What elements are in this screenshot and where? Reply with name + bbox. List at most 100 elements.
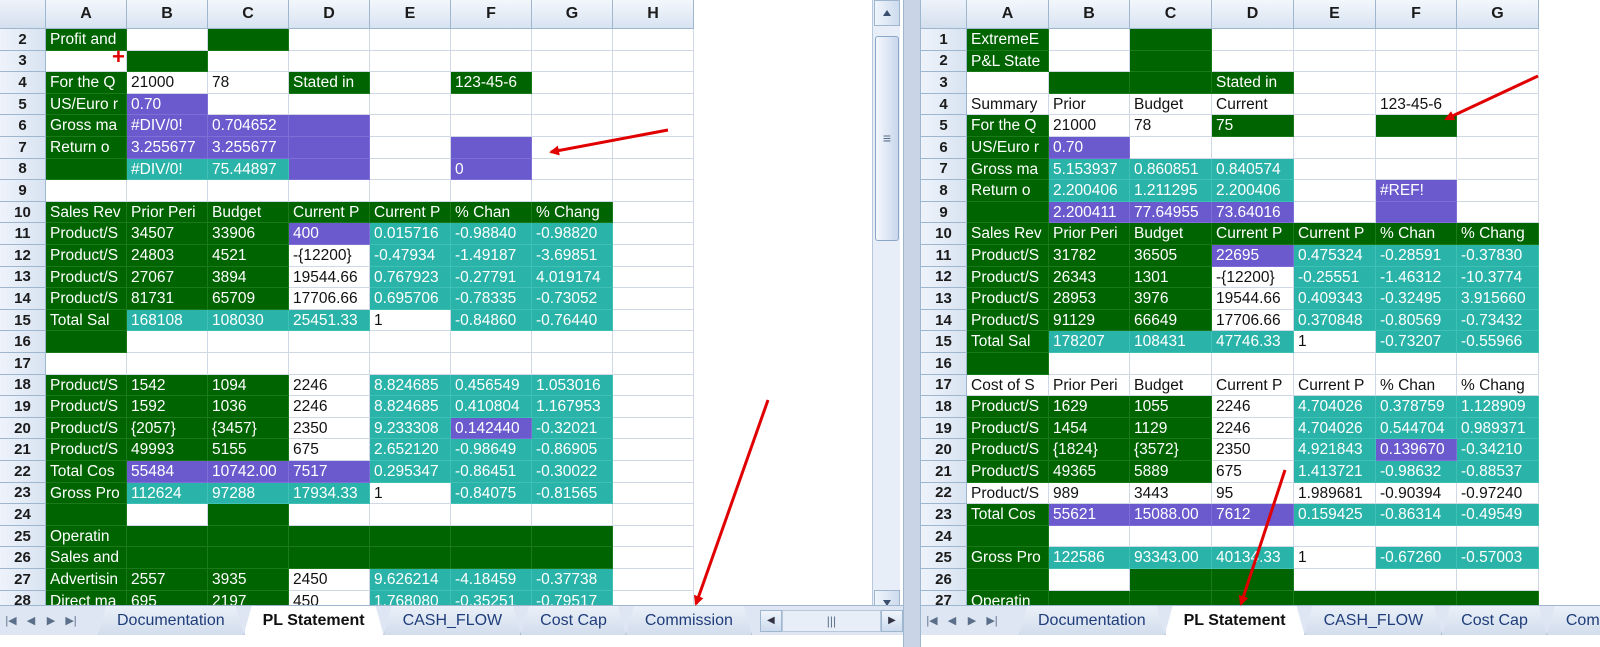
row-header[interactable]: 26 [921,569,967,591]
cell[interactable]: 2350 [1212,439,1294,461]
cell[interactable] [451,137,532,159]
cell[interactable]: Current [1212,93,1294,116]
cell[interactable]: 22695 [1212,245,1294,267]
cell[interactable]: 0.295347 [370,461,451,483]
sheet-tab[interactable]: PL Statement [244,606,384,635]
cell[interactable]: 1.128909 [1457,396,1539,418]
cell[interactable]: Stated in [1212,72,1294,94]
cell[interactable]: -0.84860 [451,309,532,332]
cell[interactable] [289,29,370,51]
cell[interactable] [532,180,613,202]
sheet-tab[interactable]: Cost Cap [521,606,626,635]
cell[interactable]: Prior Peri [1049,374,1130,397]
cell[interactable]: Product/S [46,417,127,440]
cell[interactable] [289,504,370,526]
cell[interactable]: -0.49549 [1457,504,1539,526]
cell[interactable] [1294,569,1376,591]
cell[interactable]: 91129 [1049,309,1130,332]
cell[interactable] [1376,29,1457,51]
cell[interactable]: 1 [1294,547,1376,569]
cell[interactable] [1130,525,1212,548]
cell[interactable] [613,461,694,483]
cell[interactable] [1457,29,1539,51]
row-header[interactable]: 24 [921,525,967,548]
cell[interactable] [370,137,451,159]
cell[interactable] [451,50,532,73]
sheet-tab[interactable]: Commission [626,606,752,635]
cell[interactable]: 123-45-6 [1376,93,1457,116]
sheet-tab[interactable]: Cost Cap [1442,606,1547,635]
cell[interactable] [1457,158,1539,181]
cell[interactable]: -0.86314 [1376,504,1457,526]
cell[interactable]: 1592 [127,396,208,418]
cell[interactable]: 17706.66 [1212,309,1294,332]
cell[interactable] [613,115,694,137]
cell[interactable]: -4.18459 [451,569,532,591]
cell[interactable] [289,353,370,375]
row-header[interactable]: 4 [0,72,46,94]
next-tab-icon[interactable]: ▶ [44,614,58,627]
cell[interactable] [370,504,451,526]
cell[interactable]: % Chang [1457,223,1539,245]
cell[interactable] [532,115,613,137]
cell[interactable]: 5155 [208,439,289,461]
cell[interactable]: 75 [1212,115,1294,137]
cell[interactable]: % Chan [1376,223,1457,245]
cell[interactable]: 4.019174 [532,266,613,289]
cell[interactable] [1130,72,1212,94]
cell[interactable]: Gross ma [967,158,1049,181]
cell[interactable] [613,158,694,181]
cell[interactable]: 55621 [1049,504,1130,526]
cell[interactable] [1294,137,1376,159]
column-header[interactable]: C [1130,0,1212,29]
cell[interactable] [1376,201,1457,224]
row-header[interactable]: 9 [921,201,967,224]
row-header[interactable]: 13 [0,266,46,289]
cell[interactable]: Gross Pro [46,482,127,505]
split-grip-icon[interactable]: ≡ [875,128,899,148]
cell[interactable] [46,353,127,375]
cell[interactable]: 47746.33 [1212,331,1294,353]
cell[interactable] [1130,353,1212,375]
cell[interactable]: Return o [46,137,127,159]
column-header[interactable]: G [532,0,613,29]
cell[interactable] [532,93,613,116]
left-sheet-grid[interactable]: A B C D E F G H 2 Profit and 3 4 For the Q 21000 78 Sta… [0,0,903,618]
cell[interactable] [451,547,532,569]
cell[interactable]: 400 [289,223,370,245]
cell[interactable]: Budget [208,201,289,224]
cell[interactable] [370,50,451,73]
cell[interactable]: 8.824685 [370,374,451,397]
cell[interactable] [289,50,370,73]
cell[interactable]: {1824} [1049,439,1130,461]
cell[interactable]: -0.37830 [1457,245,1539,267]
cell[interactable] [1457,137,1539,159]
cell[interactable]: 0.860851 [1130,158,1212,181]
cell[interactable] [613,93,694,116]
cell[interactable]: 1.211295 [1130,180,1212,202]
column-header[interactable]: B [127,0,208,29]
column-header[interactable]: D [289,0,370,29]
cell[interactable] [1376,353,1457,375]
cell[interactable] [613,29,694,51]
cell[interactable] [289,158,370,181]
cell[interactable]: -0.86451 [451,461,532,483]
select-all-corner[interactable] [921,0,967,29]
cell[interactable]: 21000 [1049,115,1130,137]
cell[interactable]: 0.544704 [1376,417,1457,440]
cell[interactable] [1294,29,1376,51]
cell[interactable] [1457,115,1539,137]
prev-tab-icon[interactable]: ◀ [24,614,38,627]
cell[interactable] [451,29,532,51]
cell[interactable]: 0 [451,158,532,181]
cell[interactable]: -0.32021 [532,417,613,440]
cell[interactable]: -0.57003 [1457,547,1539,569]
prev-tab-icon[interactable]: ◀ [945,614,959,627]
cell[interactable]: Current P [370,201,451,224]
cell[interactable]: -0.73052 [532,288,613,310]
cell[interactable]: -0.80569 [1376,309,1457,332]
cell[interactable] [127,29,208,51]
cell[interactable]: 0.695706 [370,288,451,310]
cell[interactable] [1212,29,1294,51]
sheet-tab[interactable]: CASH_FLOW [384,606,522,635]
